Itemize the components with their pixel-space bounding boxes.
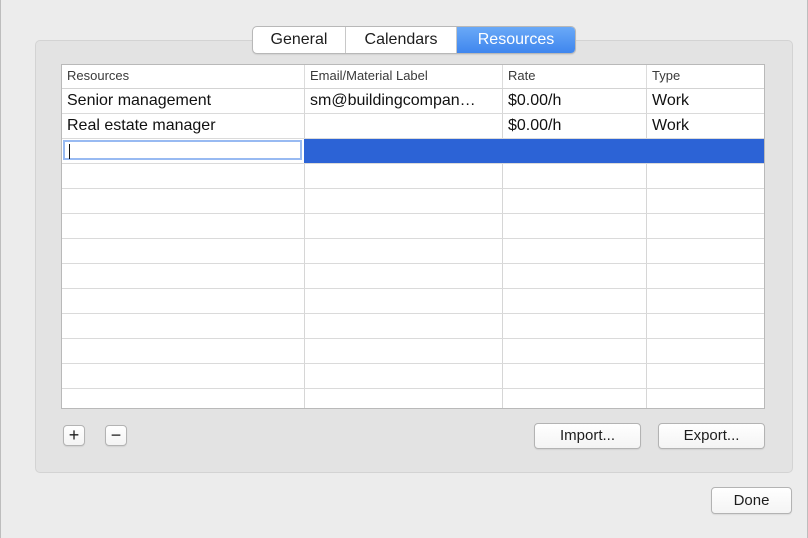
type-cell[interactable] (647, 139, 764, 163)
table-row[interactable]: Senior management sm@buildingcompan… $0.… (62, 89, 764, 114)
empty-cell[interactable] (647, 239, 764, 263)
empty-cell[interactable] (305, 214, 503, 238)
empty-cell[interactable] (647, 289, 764, 313)
empty-cell[interactable] (503, 389, 647, 408)
tab-resources[interactable]: Resources (456, 27, 575, 53)
empty-cell[interactable] (305, 339, 503, 363)
empty-cell[interactable] (503, 339, 647, 363)
empty-cell[interactable] (62, 389, 305, 408)
empty-cell[interactable] (503, 289, 647, 313)
column-header-rate[interactable]: Rate (503, 65, 647, 88)
column-header-email[interactable]: Email/Material Label (305, 65, 503, 88)
empty-cell[interactable] (62, 164, 305, 188)
resource-name-cell[interactable]: Senior management (62, 89, 305, 113)
text-caret (69, 144, 70, 159)
empty-cell[interactable] (305, 389, 503, 408)
empty-cell[interactable] (647, 264, 764, 288)
empty-cell[interactable] (503, 239, 647, 263)
resources-dialog: General Calendars Resources Resources Em… (0, 0, 808, 538)
add-resource-button[interactable]: + (63, 425, 85, 446)
empty-cell[interactable] (62, 339, 305, 363)
empty-cell[interactable] (305, 289, 503, 313)
email-cell[interactable] (305, 114, 503, 138)
remove-resource-button[interactable]: − (105, 425, 127, 446)
empty-cell[interactable] (503, 314, 647, 338)
empty-table-row[interactable] (62, 164, 764, 189)
resource-name-input[interactable] (63, 140, 302, 160)
empty-cell[interactable] (305, 189, 503, 213)
empty-cell[interactable] (503, 164, 647, 188)
export-button[interactable]: Export... (658, 423, 765, 449)
empty-cell[interactable] (62, 189, 305, 213)
import-button[interactable]: Import... (534, 423, 641, 449)
empty-table-row[interactable] (62, 264, 764, 289)
email-cell[interactable] (305, 139, 503, 163)
empty-table-row[interactable] (62, 214, 764, 239)
type-cell[interactable]: Work (647, 89, 764, 113)
empty-cell[interactable] (647, 164, 764, 188)
rate-cell[interactable] (503, 139, 647, 163)
empty-table-row[interactable] (62, 239, 764, 264)
empty-cell[interactable] (647, 314, 764, 338)
empty-cell[interactable] (305, 364, 503, 388)
empty-table-row[interactable] (62, 314, 764, 339)
empty-cell[interactable] (503, 214, 647, 238)
empty-cell[interactable] (62, 264, 305, 288)
resource-name-cell[interactable] (62, 139, 305, 163)
rate-cell[interactable]: $0.00/h (503, 114, 647, 138)
done-button[interactable]: Done (711, 487, 792, 514)
resource-name-cell[interactable]: Real estate manager (62, 114, 305, 138)
resources-table: Resources Email/Material Label Rate Type… (61, 64, 765, 409)
empty-cell[interactable] (647, 214, 764, 238)
rate-cell[interactable]: $0.00/h (503, 89, 647, 113)
empty-cell[interactable] (62, 314, 305, 338)
email-cell[interactable]: sm@buildingcompan… (305, 89, 503, 113)
empty-table-row[interactable] (62, 364, 764, 389)
column-header-type[interactable]: Type (647, 65, 764, 88)
tab-general[interactable]: General (253, 27, 345, 53)
type-cell[interactable]: Work (647, 114, 764, 138)
empty-table-row[interactable] (62, 389, 764, 408)
selected-table-row[interactable] (62, 139, 764, 164)
table-row[interactable]: Real estate manager $0.00/h Work (62, 114, 764, 139)
empty-cell[interactable] (647, 339, 764, 363)
empty-cell[interactable] (62, 364, 305, 388)
empty-cell[interactable] (647, 189, 764, 213)
empty-table-row[interactable] (62, 289, 764, 314)
empty-table-row[interactable] (62, 189, 764, 214)
empty-cell[interactable] (305, 164, 503, 188)
tab-bar: General Calendars Resources (252, 26, 576, 54)
empty-cell[interactable] (62, 239, 305, 263)
tab-calendars[interactable]: Calendars (345, 27, 456, 53)
empty-cell[interactable] (647, 364, 764, 388)
empty-cell[interactable] (62, 289, 305, 313)
table-header: Resources Email/Material Label Rate Type (62, 65, 764, 89)
column-header-resources[interactable]: Resources (62, 65, 305, 88)
empty-cell[interactable] (503, 364, 647, 388)
empty-table-row[interactable] (62, 339, 764, 364)
empty-cell[interactable] (503, 264, 647, 288)
empty-cell[interactable] (503, 189, 647, 213)
empty-cell[interactable] (305, 314, 503, 338)
empty-cell[interactable] (305, 239, 503, 263)
empty-cell[interactable] (62, 214, 305, 238)
empty-cell[interactable] (647, 389, 764, 408)
empty-cell[interactable] (305, 264, 503, 288)
